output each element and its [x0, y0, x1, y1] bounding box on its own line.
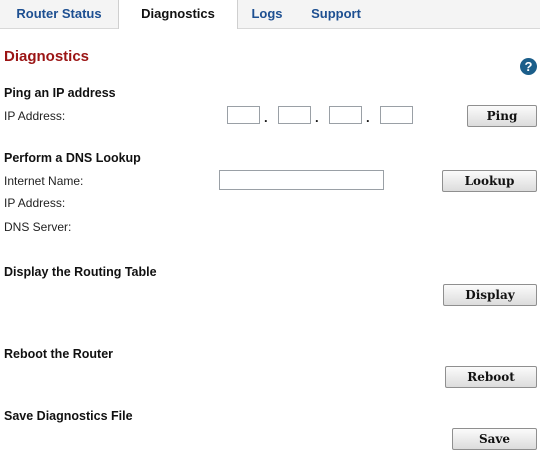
ping-section-heading: Ping an IP address [4, 86, 116, 100]
ping-ip-octet-3[interactable] [329, 106, 362, 124]
tab-support[interactable]: Support [296, 0, 376, 28]
save-section-heading: Save Diagnostics File [4, 409, 133, 423]
ping-button[interactable]: Ping [467, 105, 537, 127]
tab-diagnostics[interactable]: Diagnostics [118, 0, 238, 29]
ip-separator: . [315, 110, 319, 125]
help-circle-icon[interactable]: ? [520, 58, 537, 75]
tab-logs[interactable]: Logs [238, 0, 296, 28]
routing-section-heading: Display the Routing Table [4, 265, 157, 279]
dns-server-label: DNS Server: [4, 220, 72, 234]
internet-name-input[interactable] [219, 170, 384, 190]
display-routing-button[interactable]: Display [443, 284, 537, 306]
lookup-button[interactable]: Lookup [442, 170, 537, 192]
internet-name-label: Internet Name: [4, 174, 84, 188]
ip-separator: . [366, 110, 370, 125]
tab-bar: Router Status Diagnostics Logs Support [0, 0, 540, 29]
ping-ip-label: IP Address: [4, 109, 66, 123]
reboot-button[interactable]: Reboot [445, 366, 537, 388]
ping-ip-octet-1[interactable] [227, 106, 260, 124]
ping-ip-octet-2[interactable] [278, 106, 311, 124]
dns-section-heading: Perform a DNS Lookup [4, 151, 141, 165]
reboot-section-heading: Reboot the Router [4, 347, 114, 361]
ip-separator: . [264, 110, 268, 125]
save-diagnostics-button[interactable]: Save [452, 428, 537, 450]
page-title: Diagnostics [4, 48, 90, 65]
tab-router-status[interactable]: Router Status [0, 0, 118, 28]
ping-ip-octet-4[interactable] [380, 106, 413, 124]
dns-ip-address-label: IP Address: [4, 196, 66, 210]
